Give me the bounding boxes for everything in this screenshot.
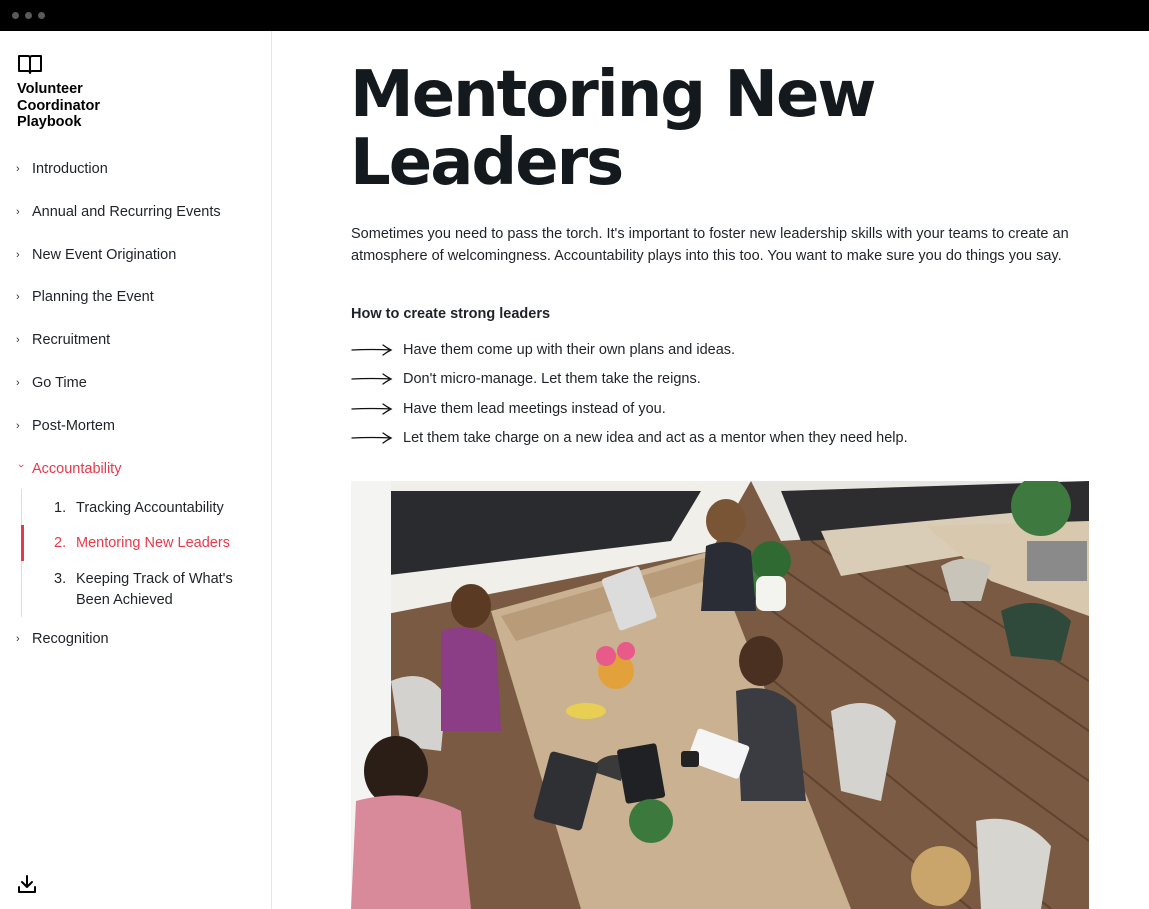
brand-line: Coordinator — [17, 97, 100, 114]
sidebar-item-accountability[interactable]: › Accountability — [15, 461, 122, 477]
chevron-right-icon: › — [16, 633, 20, 645]
sidebar-item-label: Accountability — [32, 461, 122, 477]
sidebar-item-label: Introduction — [32, 161, 108, 177]
arrow-right-icon — [351, 344, 393, 356]
arrow-right-icon — [351, 432, 393, 444]
sidebar-item-label: Go Time — [32, 375, 87, 391]
window-control-dot[interactable] — [38, 12, 45, 19]
active-indicator — [21, 525, 24, 561]
sidebar-item-recognition[interactable]: › Recognition — [16, 631, 109, 647]
intro-paragraph: Sometimes you need to pass the torch. It… — [351, 226, 1069, 264]
download-icon[interactable] — [16, 873, 38, 895]
sidebar-item-label: New Event Origination — [32, 247, 177, 263]
brand-line: Playbook — [17, 114, 82, 130]
chevron-right-icon: › — [16, 249, 20, 261]
sidebar-item-introduction[interactable]: › Introduction — [16, 161, 108, 177]
section-subheading: How to create strong leaders — [351, 306, 551, 322]
list-item-text: Have them lead meetings instead of you. — [403, 401, 666, 417]
sidebar-item-planning[interactable]: › Planning the Event — [16, 289, 154, 305]
list-item: Don't micro-manage. Let them take the re… — [351, 371, 701, 387]
open-book-icon — [18, 55, 42, 74]
chevron-right-icon: › — [16, 377, 20, 389]
list-item-text: Don't micro-manage. Let them take the re… — [403, 371, 701, 387]
accountability-subnav: 1. Tracking Accountability 2. Mentoring … — [21, 489, 251, 617]
subnav-item-label: Tracking Accountability — [76, 500, 224, 516]
list-item: Have them lead meetings instead of you. — [351, 401, 666, 417]
subnav-item-number: 1. — [54, 500, 67, 516]
sidebar-item-label: Post-Mortem — [32, 418, 115, 434]
team-meeting-photo-illustration — [351, 481, 1089, 909]
subnav-item-label: Mentoring New Leaders — [76, 535, 230, 551]
list-item-text: Let them take charge on a new idea and a… — [403, 430, 908, 446]
sidebar-item-label: Recognition — [32, 631, 109, 647]
brand-title[interactable]: Volunteer Coordinator Playbook — [17, 81, 100, 131]
sidebar-item-label: Recruitment — [32, 332, 111, 348]
arrow-right-icon — [351, 373, 393, 385]
subnav-item-tracking-accountability[interactable]: 1. Tracking Accountability — [54, 498, 224, 519]
window-control-dot[interactable] — [25, 12, 32, 19]
list-item: Have them come up with their own plans a… — [351, 342, 735, 358]
sidebar-item-annual-events[interactable]: › Annual and Recurring Events — [16, 204, 221, 220]
chevron-right-icon: › — [16, 334, 20, 346]
subnav-item-label: Keeping Track of What's Been Achieved — [76, 571, 233, 608]
brand-line: Volunteer — [17, 81, 83, 97]
sidebar-item-label: Planning the Event — [32, 289, 154, 305]
page-title: Mentoring New Leaders — [350, 58, 876, 200]
sidebar-item-post-mortem[interactable]: › Post-Mortem — [16, 418, 115, 434]
chevron-right-icon: › — [16, 420, 20, 432]
window-control-dot[interactable] — [12, 12, 19, 19]
chevron-down-icon: › — [15, 464, 27, 468]
sidebar-item-label: Annual and Recurring Events — [32, 204, 221, 220]
list-item-text: Have them come up with their own plans a… — [403, 342, 736, 358]
chevron-right-icon: › — [16, 163, 20, 175]
team-meeting-photo — [351, 481, 1089, 909]
subnav-item-keeping-track[interactable]: 3. Keeping Track of What's Been Achieved — [54, 569, 244, 611]
chevron-right-icon: › — [16, 206, 20, 218]
sidebar-item-go-time[interactable]: › Go Time — [16, 375, 87, 391]
sidebar-item-recruitment[interactable]: › Recruitment — [16, 332, 110, 348]
subnav-item-mentoring-new-leaders[interactable]: 2. Mentoring New Leaders — [54, 533, 230, 554]
window-titlebar — [0, 0, 1149, 31]
subnav-item-number: 3. — [54, 571, 67, 587]
arrow-right-icon — [351, 403, 393, 415]
chevron-right-icon: › — [16, 291, 20, 303]
main-content: Mentoring New Leaders Sometimes you need… — [272, 31, 1149, 909]
sidebar-item-new-event-origination[interactable]: › New Event Origination — [16, 247, 176, 263]
list-item: Let them take charge on a new idea and a… — [351, 430, 908, 446]
subnav-item-number: 2. — [54, 535, 67, 551]
sidebar: Volunteer Coordinator Playbook › Introdu… — [0, 31, 272, 909]
